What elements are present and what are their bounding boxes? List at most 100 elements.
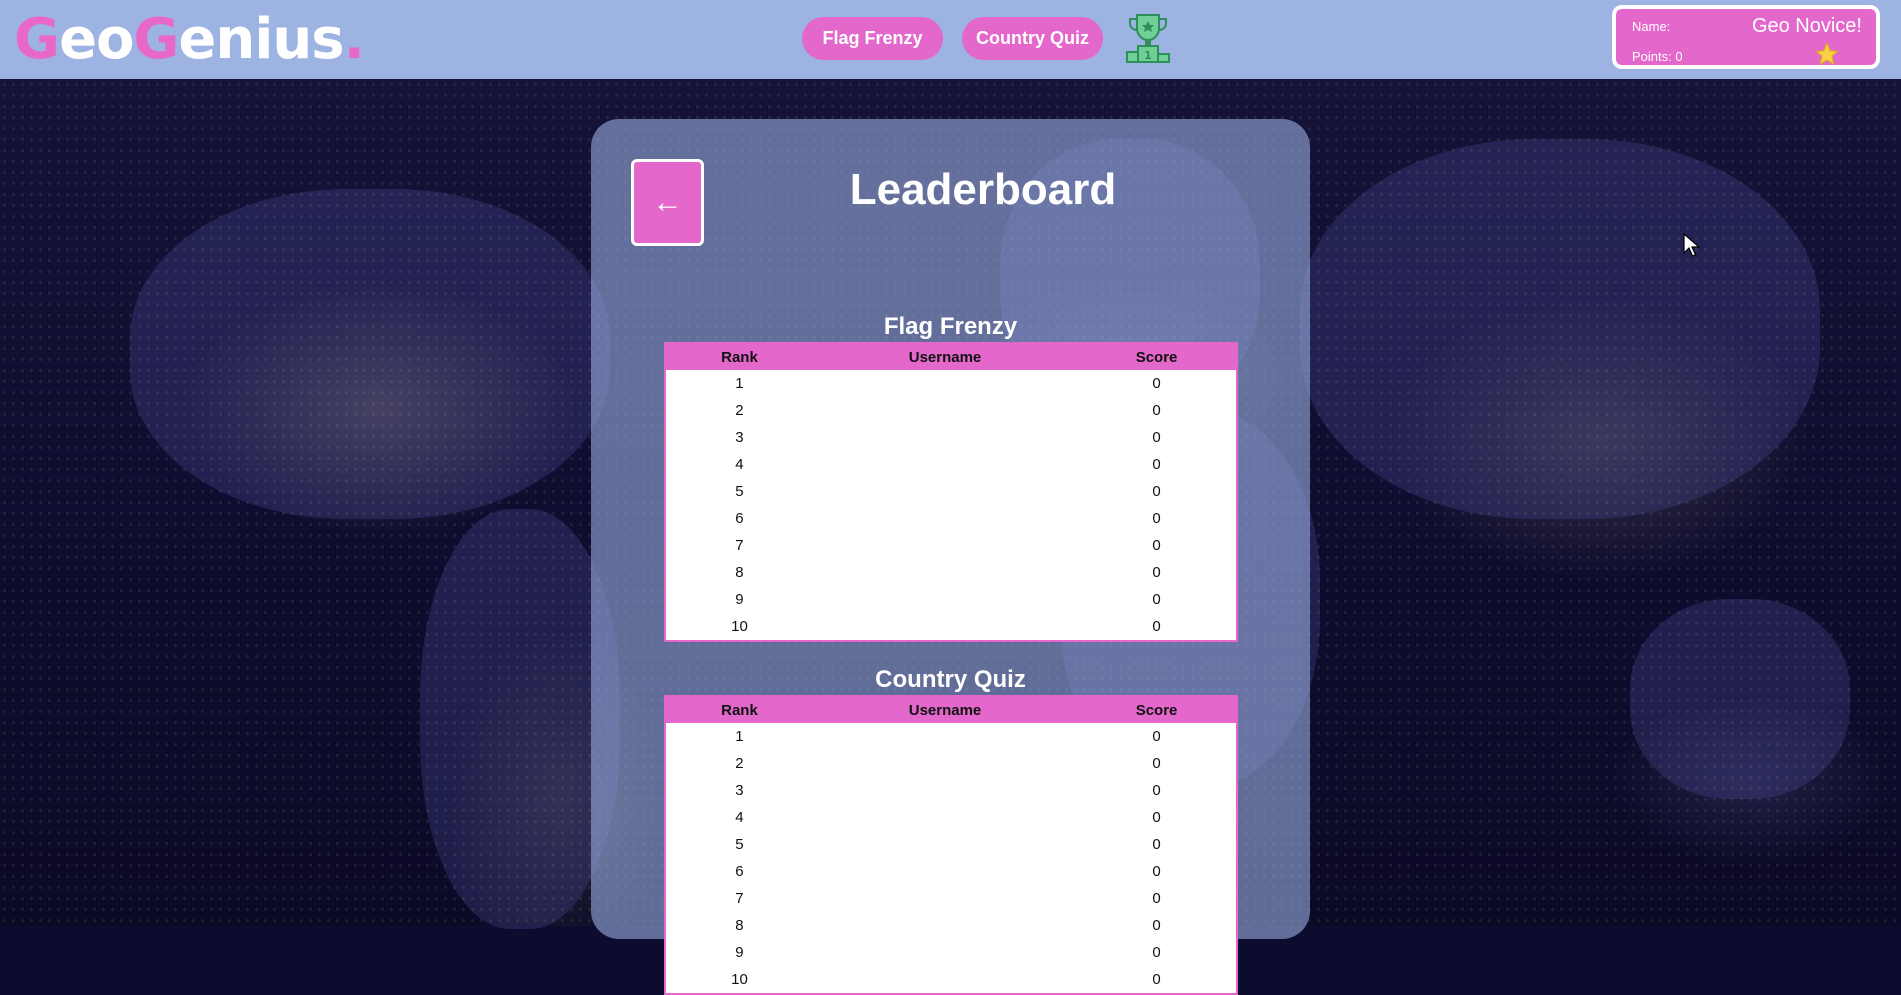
top-header: GeoGenius. Flag Frenzy Country Quiz 1 Na…	[0, 0, 1901, 79]
score-cell: 0	[1152, 564, 1161, 581]
rank-cell: 1	[735, 728, 744, 745]
score-column-header: Score	[1135, 348, 1178, 366]
score-cell: 0	[1152, 863, 1161, 880]
username-cell	[813, 559, 1077, 586]
score-cell: 0	[1152, 618, 1161, 635]
username-cell	[813, 397, 1077, 424]
svg-text:1: 1	[1144, 49, 1152, 62]
username-cell	[813, 613, 1077, 641]
score-cell: 0	[1152, 591, 1161, 608]
geogenius-logo[interactable]: GeoGenius.	[14, 7, 365, 72]
page-title: Leaderboard	[849, 165, 1117, 214]
flag-frenzy-section-title: Flag Frenzy	[883, 313, 1018, 340]
username-column-header: Username	[908, 348, 982, 366]
table-row: 90	[665, 586, 1237, 613]
trophy-icon[interactable]: 1	[1124, 12, 1172, 64]
user-rank-title: Geo Novice!	[1751, 15, 1862, 37]
leaderboard-panel: ← Leaderboard Flag Frenzy Rank Username …	[591, 119, 1310, 995]
rank-cell: 2	[735, 755, 744, 772]
table-row: 10	[665, 370, 1237, 397]
score-cell: 0	[1152, 728, 1161, 745]
rank-cell: 3	[735, 429, 744, 446]
username-cell	[813, 804, 1077, 831]
table-row: 50	[665, 478, 1237, 505]
table-row: 20	[665, 397, 1237, 424]
score-cell: 0	[1152, 971, 1161, 988]
table-row: 70	[665, 532, 1237, 559]
score-column-header: Score	[1135, 701, 1178, 719]
rank-column-header: Rank	[721, 701, 758, 719]
score-cell: 0	[1152, 944, 1161, 961]
username-cell	[813, 750, 1077, 777]
username-cell	[813, 885, 1077, 912]
table-row: 10 0	[665, 613, 1237, 641]
logo-dot: .	[343, 7, 365, 72]
table-header-row: Rank Username Score	[665, 343, 1237, 370]
username-cell	[813, 966, 1077, 994]
score-cell: 0	[1152, 402, 1161, 419]
flag-frenzy-leaderboard-table: Rank Username Score 1 0 2 0 3 0 4 0 5 0 6 0 7 0 8 0 9 0 10…	[664, 342, 1238, 642]
table-row: 10 0	[665, 966, 1237, 994]
score-cell: 0	[1152, 890, 1161, 907]
rank-cell: 9	[735, 591, 744, 608]
username-cell	[813, 478, 1077, 505]
table-row: 60	[665, 858, 1237, 885]
rank-cell: 9	[735, 944, 744, 961]
username-cell	[813, 858, 1077, 885]
rank-cell: 5	[735, 483, 744, 500]
star-icon	[1814, 41, 1840, 66]
country-quiz-button[interactable]: Country Quiz	[962, 17, 1103, 60]
table-row: 30	[665, 424, 1237, 451]
score-cell: 0	[1152, 456, 1161, 473]
table-header-row: Rank Username Score	[665, 696, 1237, 723]
score-cell: 0	[1152, 836, 1161, 853]
country-quiz-section-title: Country Quiz	[875, 666, 1026, 693]
table-row: 30	[665, 777, 1237, 804]
score-cell: 0	[1152, 809, 1161, 826]
rank-cell: 5	[735, 836, 744, 853]
rank-cell: 1	[735, 375, 744, 392]
rank-cell: 4	[735, 809, 744, 826]
rank-column-header: Rank	[721, 348, 758, 366]
score-cell: 0	[1152, 375, 1161, 392]
table-row: 70	[665, 885, 1237, 912]
rank-cell: 10	[731, 618, 748, 635]
rank-cell: 10	[731, 971, 748, 988]
username-cell	[813, 723, 1077, 750]
rank-cell: 6	[735, 510, 744, 527]
username-cell	[813, 505, 1077, 532]
username-cell	[813, 370, 1077, 397]
table-row: 40	[665, 804, 1237, 831]
table-row: 20	[665, 750, 1237, 777]
table-row: 60	[665, 505, 1237, 532]
username-cell	[813, 532, 1077, 559]
score-cell: 0	[1152, 483, 1161, 500]
username-cell	[813, 831, 1077, 858]
score-cell: 0	[1152, 537, 1161, 554]
username-cell	[813, 424, 1077, 451]
table-row: 90	[665, 939, 1237, 966]
logo-text: eo	[58, 7, 134, 72]
rank-cell: 2	[735, 402, 744, 419]
user-name-label: Name:	[1632, 19, 1671, 34]
username-cell	[813, 777, 1077, 804]
rank-cell: 7	[735, 537, 744, 554]
flag-frenzy-button[interactable]: Flag Frenzy	[802, 17, 943, 60]
score-cell: 0	[1152, 510, 1161, 527]
mouse-cursor-icon	[1683, 233, 1701, 257]
score-cell: 0	[1152, 782, 1161, 799]
logo-letter: G	[14, 7, 60, 72]
username-column-header: Username	[908, 701, 982, 719]
score-cell: 0	[1152, 429, 1161, 446]
table-row: 10	[665, 723, 1237, 750]
table-row: 40	[665, 451, 1237, 478]
username-cell	[813, 939, 1077, 966]
score-cell: 0	[1152, 755, 1161, 772]
username-cell	[813, 451, 1077, 478]
user-points-label: Points: 0	[1632, 49, 1683, 64]
rank-cell: 8	[735, 564, 744, 581]
rank-cell: 4	[735, 456, 744, 473]
table-row: 50	[665, 831, 1237, 858]
table-row: 80	[665, 559, 1237, 586]
logo-letter: G	[133, 7, 179, 72]
